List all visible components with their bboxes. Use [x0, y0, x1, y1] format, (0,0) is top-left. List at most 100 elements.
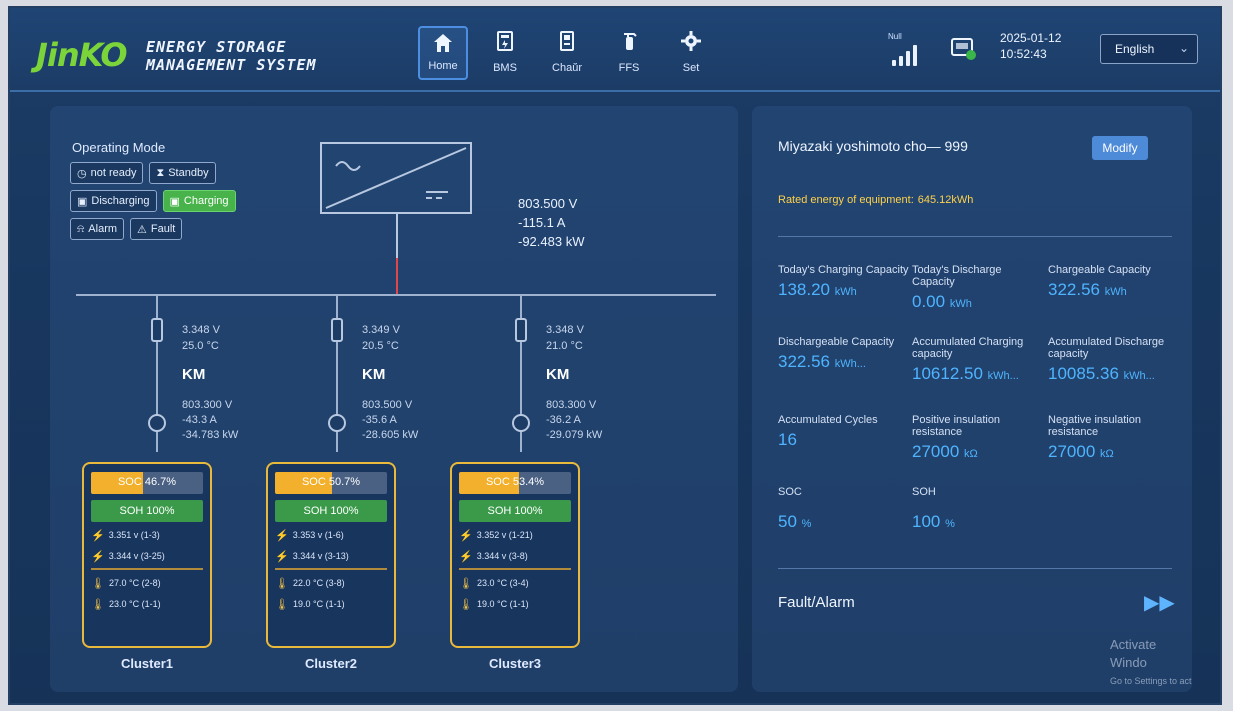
summary-soh: SOH 100 % [912, 486, 1046, 532]
branch-temp: 20.5 °C [362, 340, 399, 352]
branch-bus-voltage: 803.500 V [362, 399, 413, 411]
stat-unit: kWh... [1123, 370, 1155, 382]
thermometer-icon: 🌡 [459, 577, 473, 590]
monitor-icon[interactable] [950, 36, 978, 62]
summary-panel: Miyazaki yoshimoto cho— 999 Modify Rated… [752, 106, 1192, 692]
soc-value: 50 % [778, 512, 912, 532]
cluster-card-2[interactable]: SOC 50.7% SOH 100% ⚡ 3.353 v (1-6) ⚡ 3.344… [266, 462, 396, 648]
summary-soc: SOC 50 % [778, 486, 912, 532]
mode-not-ready-label: not ready [90, 167, 137, 179]
battery-discharge-icon: ▣ [77, 195, 88, 208]
voltage-icon: ⚡ [459, 550, 473, 563]
cluster-name-3: Cluster3 [488, 656, 542, 671]
cell-tmax-text: 27.0 °C (2-8) [108, 578, 161, 588]
voltage-icon: ⚡ [91, 550, 105, 563]
fault-alarm-label[interactable]: Fault/Alarm [778, 594, 855, 611]
fuse-icon [151, 318, 163, 342]
cell-vmin: ⚡ 3.344 v (3-8) [459, 548, 571, 564]
rated-energy: Rated energy of equipment: 645.12kWh [778, 194, 973, 206]
branch-temp: 21.0 °C [546, 340, 583, 352]
branch-current: -35.6 A [362, 414, 397, 426]
cell-vmax: ⚡ 3.352 v (1-21) [459, 527, 571, 543]
pcs-readings: 803.500 V -115.1 A -92.483 kW [518, 194, 584, 251]
language-select[interactable]: English ⌄ [1100, 34, 1198, 64]
stat-unit: kWh... [834, 358, 866, 370]
cluster-card-1[interactable]: SOC 46.7% SOH 100% ⚡ 3.351 v (1-3) ⚡ 3.344… [82, 462, 212, 648]
extinguisher-icon [618, 30, 640, 52]
stat-value: 10085.36 kWh... [1048, 364, 1182, 384]
soh-value: 100 % [912, 512, 1046, 532]
mode-alarm-label: Alarm [88, 223, 118, 235]
divider [91, 568, 203, 570]
stat-label: Accumulated Charging capacity [912, 336, 1024, 360]
mode-discharging: ▣ Discharging [70, 190, 157, 212]
modify-button[interactable]: Modify [1092, 136, 1148, 160]
cell-vmin-text: 3.344 v (3-13) [292, 551, 349, 561]
stat-number: 0.00 [912, 292, 946, 311]
cell-tmax: 🌡 23.0 °C (3-4) [459, 575, 571, 591]
stat-unit: kWh [949, 298, 972, 310]
branch-cell-readings: 3.348 V 25.0 °C [182, 322, 220, 354]
nav-charger[interactable]: Chaŭr [542, 26, 592, 80]
branch-bus-voltage: 803.300 V [182, 399, 233, 411]
current-sensor-icon [512, 414, 530, 432]
stat-value: 322.56 kWh [1048, 280, 1182, 300]
nav-charger-label: Chaŭr [552, 62, 582, 74]
nav-ffs[interactable]: FFS [604, 26, 654, 80]
cell-vmax: ⚡ 3.353 v (1-6) [275, 527, 387, 543]
datetime: 2025-01-12 10:52:43 [1000, 30, 1061, 62]
pcs-connector-active [396, 258, 398, 294]
divider [778, 236, 1172, 237]
soh-number: 100 [912, 512, 941, 531]
soc-text: SOC 50.7% [301, 476, 361, 488]
voltage-icon: ⚡ [91, 529, 105, 542]
activate-title: Activate Windo [1110, 637, 1157, 670]
main-nav: Home BMS Chaŭr FFS Set [418, 26, 716, 80]
nav-bms[interactable]: BMS [480, 26, 530, 80]
branch-current: -43.3 A [182, 414, 217, 426]
cell-tmax: 🌡 22.0 °C (3-8) [275, 575, 387, 591]
fuse-icon [515, 318, 527, 342]
signal-label: Null [888, 32, 902, 41]
contactor-label: KM [182, 366, 206, 383]
branch-cell-readings: 3.348 V 21.0 °C [546, 322, 584, 354]
pcs-voltage: 803.500 V [518, 196, 578, 211]
thermometer-icon: 🌡 [275, 598, 289, 611]
nav-set[interactable]: Set [666, 26, 716, 80]
forward-arrow-icon[interactable]: ▶▶ [1144, 590, 1175, 615]
system-title: ENERGY STORAGE MANAGEMENT SYSTEM [146, 38, 317, 74]
mode-standby-label: Standby [168, 167, 209, 179]
branch-voltage: 3.348 V [182, 324, 220, 336]
stat-number: 10085.36 [1048, 364, 1119, 383]
mode-discharging-label: Discharging [91, 195, 150, 207]
stat-positive-insulation: Positive insulation resistance 27000 kΩ [912, 414, 1046, 462]
thermometer-icon: 🌡 [91, 577, 105, 590]
stat-value: 138.20 kWh [778, 280, 912, 300]
branch-power: -29.079 kW [546, 429, 603, 441]
mode-row-2: ▣ Discharging ▣ Charging [70, 190, 236, 212]
nav-home[interactable]: Home [418, 26, 468, 80]
cell-tmin-text: 19.0 °C (1-1) [476, 599, 529, 609]
stat-today-charging: Today's Charging Capacity 138.20 kWh [778, 264, 912, 300]
cell-vmin-text: 3.344 v (3-25) [108, 551, 165, 561]
activate-windows-watermark: Activate Windo Go to Settings to act [1110, 636, 1192, 690]
cluster-card-3[interactable]: SOC 53.4% SOH 100% ⚡ 3.352 v (1-21) ⚡ 3.34… [450, 462, 580, 648]
mode-standby: ⧗ Standby [149, 162, 216, 184]
mode-alarm: ⍾ Alarm [70, 218, 125, 240]
current-sensor-icon [148, 414, 166, 432]
time-text: 10:52:43 [1000, 47, 1047, 61]
warning-icon: ⚠ [137, 223, 147, 236]
soc-number: 50 [778, 512, 797, 531]
stat-unit: kΩ [1100, 448, 1114, 460]
contactor-label: KM [362, 366, 386, 383]
stat-number: 10612.50 [912, 364, 983, 383]
stat-negative-insulation: Negative insulation resistance 27000 kΩ [1048, 414, 1182, 462]
stat-value: 0.00 kWh [912, 292, 1046, 312]
mode-charging: ▣ Charging [162, 190, 236, 212]
stat-value: 27000 kΩ [1048, 442, 1182, 462]
battery-icon [494, 30, 516, 52]
branch-bus-voltage: 803.300 V [546, 399, 597, 411]
chevron-down-icon: ⌄ [1178, 41, 1189, 55]
voltage-icon: ⚡ [275, 550, 289, 563]
stat-unit: kΩ [964, 448, 978, 460]
